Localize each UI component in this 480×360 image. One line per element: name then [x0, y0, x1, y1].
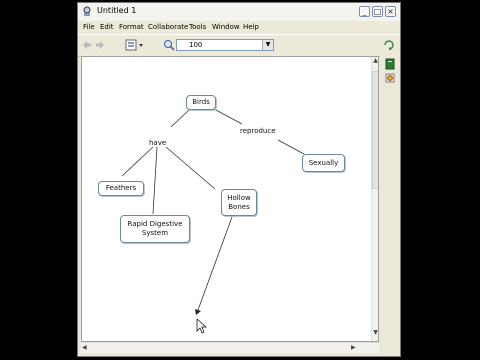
minimize-button[interactable]: _ — [359, 6, 370, 17]
horizontal-scrollbar[interactable]: ◀ ▶ — [81, 342, 379, 353]
side-panel — [380, 56, 400, 342]
zoom-icon — [164, 40, 175, 51]
concept-sexually[interactable]: Sexually — [302, 154, 345, 172]
vertical-scroll-thumb[interactable] — [372, 71, 378, 189]
chevron-down-icon[interactable]: ▼ — [262, 40, 273, 50]
title-bar: Untitled 1 _ □ × — [78, 3, 400, 22]
back-arrow-icon[interactable] — [82, 40, 92, 50]
menu-window[interactable]: Window — [212, 23, 240, 31]
menu-help[interactable]: Help — [243, 23, 259, 31]
toolbar: 100 ▼ — [78, 34, 400, 57]
menu-bar: File Edit Format Collaborate Tools Windo… — [78, 21, 400, 34]
concept-feathers[interactable]: Feathers — [98, 181, 144, 196]
forward-arrow-icon[interactable] — [95, 40, 105, 50]
vertical-scrollbar[interactable]: ▲ ▼ — [371, 57, 378, 341]
menu-tools[interactable]: Tools — [189, 23, 206, 31]
styles-dropdown-icon[interactable] — [125, 39, 145, 51]
menu-format[interactable]: Format — [119, 23, 144, 31]
zoom-value: 100 — [189, 41, 203, 49]
concept-map-canvas[interactable]: Birds Feathers Rapid Digestive System Ho… — [81, 56, 379, 342]
scroll-left-icon[interactable]: ◀ — [82, 344, 87, 351]
menu-edit[interactable]: Edit — [100, 23, 114, 31]
cmap-window: Untitled 1 _ □ × File Edit Format Collab… — [77, 2, 401, 357]
concept-hollow-bones[interactable]: Hollow Bones — [221, 189, 257, 216]
concept-birds[interactable]: Birds — [186, 95, 216, 110]
scroll-up-icon[interactable]: ▲ — [372, 57, 378, 69]
palette-icon[interactable] — [385, 73, 395, 83]
scroll-down-icon[interactable]: ▼ — [372, 329, 378, 341]
maximize-button[interactable]: □ — [372, 6, 383, 17]
menu-file[interactable]: File — [83, 23, 95, 31]
window-title: Untitled 1 — [97, 6, 137, 15]
book-icon[interactable] — [385, 58, 395, 70]
mouse-pointer-icon — [196, 318, 207, 334]
refresh-icon[interactable] — [383, 39, 395, 51]
close-button[interactable]: × — [385, 6, 396, 17]
linking-phrase-reproduce[interactable]: reproduce — [239, 127, 277, 135]
zoom-select[interactable]: 100 ▼ — [176, 39, 274, 51]
app-icon — [83, 6, 91, 16]
linking-phrase-have[interactable]: have — [148, 139, 168, 147]
scroll-right-icon[interactable]: ▶ — [351, 344, 356, 351]
menu-collaborate[interactable]: Collaborate — [148, 23, 188, 31]
concept-rapid-digestive-system[interactable]: Rapid Digestive System — [120, 215, 190, 243]
